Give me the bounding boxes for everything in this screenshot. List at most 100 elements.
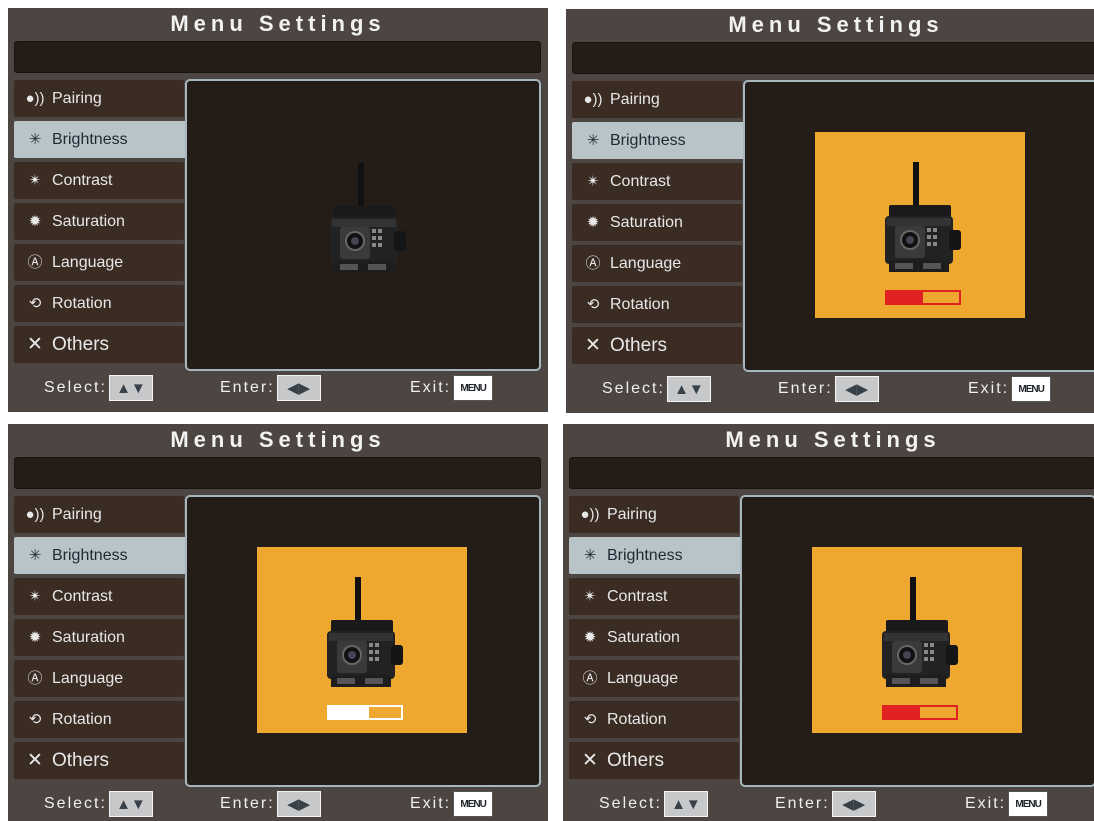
- footer-hints: Select: ▲▼ Enter: ◀▶ Exit: MENU: [563, 791, 1094, 821]
- others-icon: ✕: [582, 749, 598, 771]
- preview-area: [185, 79, 541, 371]
- select-hint: Select: ▲▼: [44, 375, 153, 401]
- menu-item-rotation[interactable]: ⟲ Rotation: [14, 285, 184, 322]
- contrast-icon: ✴: [583, 587, 597, 605]
- menu-item-label: Rotation: [52, 710, 112, 728]
- status-bar: [569, 457, 1094, 489]
- menu-item-rotation[interactable]: ⟲ Rotation: [569, 701, 739, 738]
- up-down-arrows-icon[interactable]: ▲▼: [663, 791, 708, 817]
- menu-item-label: Others: [610, 334, 668, 356]
- saturation-icon: ✹: [28, 628, 42, 646]
- menu-item-brightness[interactable]: ✳ Brightness: [572, 122, 748, 159]
- menu-item-language[interactable]: Ⓐ Language: [14, 660, 184, 697]
- menu-item-label: Contrast: [610, 172, 671, 190]
- menu-item-others[interactable]: ✕ Others: [14, 326, 184, 363]
- brightness-level-bar[interactable]: [882, 705, 958, 720]
- pairing-icon: ●)): [25, 89, 45, 107]
- menu-item-label: Brightness: [52, 546, 128, 564]
- language-icon: Ⓐ: [582, 669, 598, 687]
- menu-item-brightness[interactable]: ✳ Brightness: [14, 537, 190, 574]
- menu-item-label: Language: [610, 254, 682, 272]
- camera-image: [875, 160, 965, 280]
- menu-item-label: Rotation: [610, 295, 670, 313]
- menu-item-label: Others: [607, 749, 665, 771]
- enter-hint: Enter: ◀▶: [220, 375, 321, 401]
- menu-item-others[interactable]: ✕ Others: [572, 327, 742, 364]
- menu-item-language[interactable]: Ⓐ Language: [14, 244, 184, 281]
- menu-item-label: Pairing: [607, 505, 657, 523]
- brightness-level-bar[interactable]: [327, 705, 403, 720]
- menu-item-label: Others: [52, 333, 110, 355]
- exit-hint: Exit: MENU: [968, 376, 1052, 402]
- select-hint-label: Select:: [44, 379, 107, 396]
- menu-item-contrast[interactable]: ✴ Contrast: [572, 163, 742, 200]
- up-down-arrows-icon[interactable]: ▲▼: [108, 375, 153, 401]
- menu-key[interactable]: MENU: [453, 791, 494, 817]
- footer-hints: Select: ▲▼ Enter: ◀▶ Exit: MENU: [8, 375, 548, 405]
- language-icon: Ⓐ: [27, 253, 43, 271]
- menu-key[interactable]: MENU: [1008, 791, 1049, 817]
- menu-item-label: Brightness: [607, 546, 683, 564]
- contrast-icon: ✴: [28, 171, 42, 189]
- menu-item-label: Language: [52, 669, 124, 687]
- menu-item-brightness[interactable]: ✳ Brightness: [14, 121, 190, 158]
- menu-item-saturation[interactable]: ✹ Saturation: [14, 619, 184, 656]
- up-down-arrows-icon[interactable]: ▲▼: [666, 376, 711, 402]
- menu-item-label: Saturation: [52, 628, 125, 646]
- menu-item-contrast[interactable]: ✴ Contrast: [14, 162, 184, 199]
- menu-panel-3: Menu Settings ●)) Pairing ✳ Brightness ✴ Cont…: [8, 424, 548, 821]
- left-right-arrows-icon[interactable]: ◀▶: [276, 791, 321, 817]
- brightness-level-bar[interactable]: [885, 290, 961, 305]
- menu-list: ●)) Pairing ✳ Brightness ✴ Contrast ✹ Saturatio…: [14, 496, 190, 783]
- status-bar: [14, 41, 541, 73]
- camera-image: [317, 575, 407, 695]
- left-right-arrows-icon[interactable]: ◀▶: [834, 376, 879, 402]
- contrast-icon: ✴: [586, 172, 600, 190]
- up-down-arrows-icon[interactable]: ▲▼: [108, 791, 153, 817]
- menu-item-saturation[interactable]: ✹ Saturation: [14, 203, 184, 240]
- menu-item-others[interactable]: ✕ Others: [14, 742, 184, 779]
- menu-item-rotation[interactable]: ⟲ Rotation: [572, 286, 742, 323]
- left-right-arrows-icon[interactable]: ◀▶: [276, 375, 321, 401]
- exit-hint-label: Exit:: [965, 795, 1007, 812]
- status-bar: [14, 457, 541, 489]
- menu-item-saturation[interactable]: ✹ Saturation: [569, 619, 739, 656]
- brightness-adjust-box: [815, 132, 1025, 318]
- pairing-icon: ●)): [583, 90, 603, 108]
- enter-hint-label: Enter:: [778, 380, 833, 397]
- menu-item-others[interactable]: ✕ Others: [569, 742, 739, 779]
- menu-item-pairing[interactable]: ●)) Pairing: [569, 496, 739, 533]
- menu-item-label: Contrast: [52, 171, 113, 189]
- menu-item-contrast[interactable]: ✴ Contrast: [14, 578, 184, 615]
- select-hint-label: Select:: [44, 795, 107, 812]
- menu-item-label: Pairing: [610, 90, 660, 108]
- menu-item-pairing[interactable]: ●)) Pairing: [572, 81, 742, 118]
- exit-hint-label: Exit:: [968, 380, 1010, 397]
- menu-list: ●)) Pairing ✳ Brightness ✴ Contrast ✹ Saturatio…: [569, 496, 745, 783]
- saturation-icon: ✹: [586, 213, 600, 231]
- menu-item-contrast[interactable]: ✴ Contrast: [569, 578, 739, 615]
- menu-item-rotation[interactable]: ⟲ Rotation: [14, 701, 184, 738]
- menu-item-brightness[interactable]: ✳ Brightness: [569, 537, 745, 574]
- menu-item-language[interactable]: Ⓐ Language: [569, 660, 739, 697]
- enter-hint: Enter: ◀▶: [778, 376, 879, 402]
- menu-key[interactable]: MENU: [1011, 376, 1052, 402]
- enter-hint: Enter: ◀▶: [220, 791, 321, 817]
- footer-hints: Select: ▲▼ Enter: ◀▶ Exit: MENU: [8, 791, 548, 821]
- others-icon: ✕: [27, 333, 43, 355]
- saturation-icon: ✹: [28, 212, 42, 230]
- menu-item-saturation[interactable]: ✹ Saturation: [572, 204, 742, 241]
- brightness-adjust-box: [812, 547, 1022, 733]
- menu-item-language[interactable]: Ⓐ Language: [572, 245, 742, 282]
- menu-item-pairing[interactable]: ●)) Pairing: [14, 80, 184, 117]
- menu-key[interactable]: MENU: [453, 375, 494, 401]
- menu-item-label: Rotation: [607, 710, 667, 728]
- select-hint-label: Select:: [599, 795, 662, 812]
- menu-item-pairing[interactable]: ●)) Pairing: [14, 496, 184, 533]
- menu-item-label: Pairing: [52, 505, 102, 523]
- menu-item-label: Language: [607, 669, 679, 687]
- exit-hint: Exit: MENU: [410, 791, 494, 817]
- left-right-arrows-icon[interactable]: ◀▶: [831, 791, 876, 817]
- menu-list: ●)) Pairing ✳ Brightness ✴ Contrast ✹ Saturatio…: [14, 80, 190, 367]
- menu-item-label: Contrast: [52, 587, 113, 605]
